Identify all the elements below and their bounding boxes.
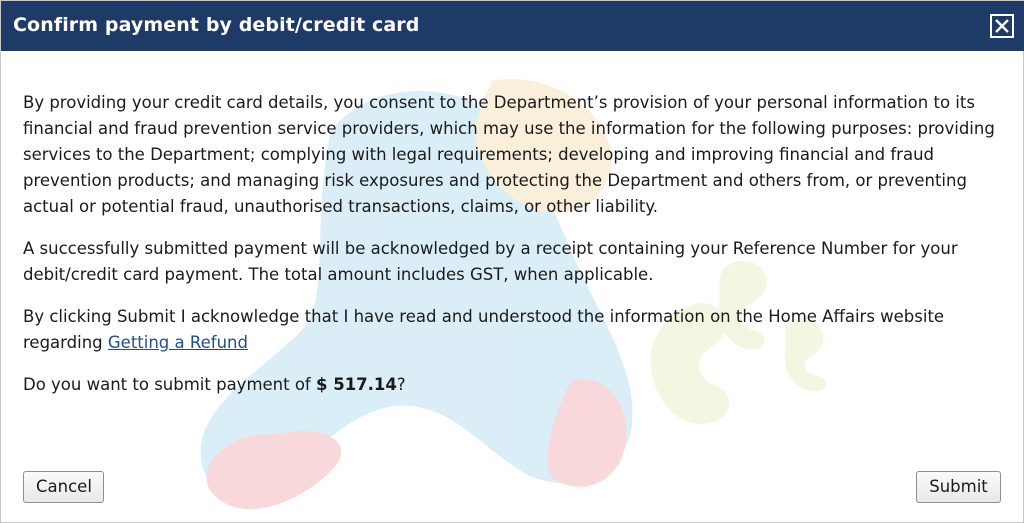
dialog-body: By providing your credit card details, y… — [23, 90, 1008, 414]
consent-paragraph: By providing your credit card details, y… — [23, 93, 995, 216]
receipt-paragraph: A successfully submitted payment will be… — [23, 239, 958, 284]
question-prefix: Do you want to submit payment of — [23, 375, 316, 394]
getting-a-refund-link[interactable]: Getting a Refund — [108, 333, 248, 352]
payment-amount: $ 517.14 — [316, 375, 397, 394]
close-icon[interactable] — [990, 14, 1014, 38]
dialog-titlebar: Confirm payment by debit/credit card — [1, 1, 1024, 51]
cancel-button[interactable]: Cancel — [23, 471, 104, 503]
question-suffix: ? — [396, 375, 406, 394]
payment-question: Do you want to submit payment of $ 517.1… — [23, 372, 1008, 398]
dialog-title: Confirm payment by debit/credit card — [13, 14, 420, 36]
acknowledge-paragraph: By clicking Submit I acknowledge that I … — [23, 304, 1008, 356]
payment-confirm-dialog: Confirm payment by debit/credit card By … — [0, 0, 1024, 523]
submit-button[interactable]: Submit — [916, 471, 1001, 503]
